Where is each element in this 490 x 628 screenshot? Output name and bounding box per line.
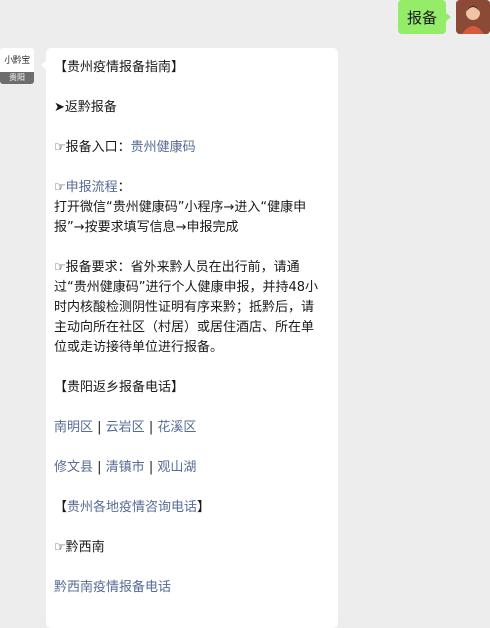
process-heading: ☞申报流程： (54, 178, 326, 198)
bot-avatar[interactable]: 小黔宝 贵阳 (0, 48, 34, 84)
separator: | (144, 460, 158, 475)
province-header-link[interactable]: 贵州各地疫情咨询电话 (67, 500, 197, 515)
district-link[interactable]: 观山湖 (157, 460, 196, 475)
province-header-close: 】 (197, 500, 211, 515)
process-link[interactable]: 申报流程 (66, 180, 118, 195)
user-avatar[interactable] (456, 0, 490, 34)
district-link[interactable]: 南明区 (54, 420, 93, 435)
districts-row-2: 修文县 | 清镇市 | 观山湖 (54, 458, 326, 478)
message-title: 【贵州疫情报备指南】 (54, 60, 185, 75)
district-link[interactable]: 云岩区 (106, 420, 145, 435)
district-link[interactable]: 清镇市 (106, 460, 145, 475)
entry-line: ☞报备入口：贵州健康码 (54, 138, 326, 158)
separator: | (93, 420, 106, 435)
separator: | (144, 420, 158, 435)
section-return-heading: ➤返黔报备 (54, 100, 117, 115)
bot-avatar-logo: 小黔宝 (4, 56, 30, 66)
user-avatar-photo-icon (456, 0, 490, 34)
district-link[interactable]: 花溪区 (157, 420, 196, 435)
bot-avatar-tag: 贵阳 (0, 72, 34, 84)
process-icon: ☞ (54, 180, 66, 195)
user-message-text: 报备 (406, 8, 437, 27)
requirement-body: ☞报备要求：省外来黔人员在出行前，请通过“贵州健康码”进行个人健康申报，并持48… (54, 260, 319, 355)
message-content: 【贵州疫情报备指南】 ➤返黔报备 ☞报备入口：贵州健康码 ☞申报流程： 打开微信… (54, 58, 326, 598)
process-colon: ： (117, 180, 131, 195)
qianxinan-link[interactable]: 黔西南疫情报备电话 (54, 580, 171, 595)
qianxinan-line: 黔西南疫情报备电话 (54, 578, 326, 598)
guiyang-header: 【贵阳返乡报备电话】 (54, 380, 185, 395)
entry-prefix: ☞报备入口： (54, 140, 131, 155)
province-header-open: 【 (54, 500, 68, 515)
entry-link[interactable]: 贵州健康码 (131, 140, 196, 155)
user-message-bubble: 报备 (398, 0, 451, 34)
province-header: 【贵州各地疫情咨询电话】 (54, 498, 326, 518)
process-body: 打开微信“贵州健康码”小程序→进入“健康申报”→按要求填写信息→申报完成 (54, 200, 307, 235)
districts-row-1: 南明区 | 云岩区 | 花溪区 (54, 418, 326, 438)
bot-message-bubble: 【贵州疫情报备指南】 ➤返黔报备 ☞报备入口：贵州健康码 ☞申报流程： 打开微信… (41, 48, 338, 628)
separator: | (93, 460, 106, 475)
district-link[interactable]: 修文县 (54, 460, 93, 475)
qianxinan-label: ☞黔西南 (54, 540, 105, 555)
